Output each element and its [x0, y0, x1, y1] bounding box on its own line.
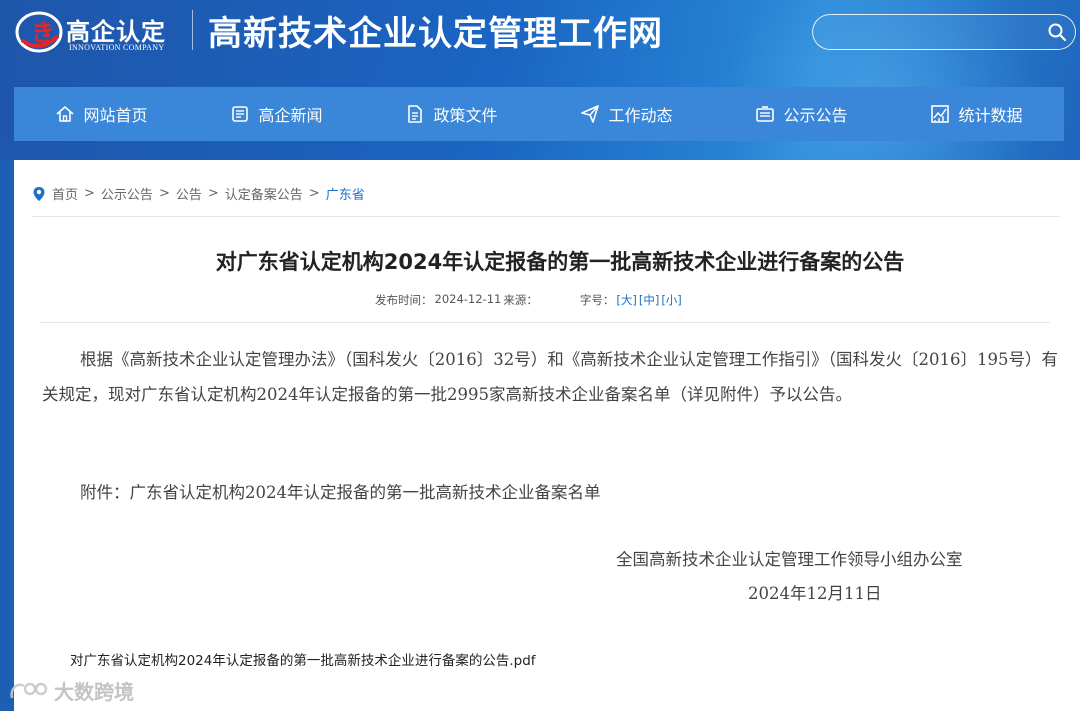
nav-item-news[interactable]: 高企新闻 — [189, 87, 364, 141]
breadcrumb-current[interactable]: 广东省 — [326, 184, 365, 203]
breadcrumb-separator: > — [308, 186, 320, 201]
watermark-logo-icon — [10, 682, 48, 698]
logo-subtext: INNOVATION COMPANY — [69, 43, 165, 52]
svg-text:き: き — [31, 18, 55, 47]
font-size-medium-button[interactable]: [中] — [639, 292, 659, 308]
pdf-attachment-link[interactable]: 对广东省认定机构2024年认定报备的第一批高新技术企业进行备案的公告.pdf — [70, 649, 536, 669]
search-icon[interactable] — [1047, 22, 1067, 42]
document-icon — [408, 105, 423, 123]
article-body: 根据《高新技术企业认定管理办法》（国科发火〔2016〕32号）和《高新技术企业认… — [42, 350, 1058, 404]
location-pin-icon — [33, 186, 45, 201]
nav-item-home[interactable]: 网站首页 — [14, 87, 189, 141]
divider — [40, 322, 1050, 323]
publish-date: 2024-12-11 — [434, 292, 502, 306]
nav-item-notices[interactable]: 公示公告 — [714, 87, 889, 141]
font-size-large-button[interactable]: [大] — [616, 292, 636, 308]
content-panel: 首页 > 公示公告 > 公告 > 认定备案公告 > 广东省 对广东省认定机构20… — [14, 160, 1080, 711]
watermark: 大数跨境 — [8, 676, 134, 705]
signature-date: 2024年12月11日 — [748, 584, 882, 603]
breadcrumb-home[interactable]: 首页 — [52, 184, 78, 203]
logo-text: 高企认定 — [66, 18, 166, 46]
chart-icon — [931, 105, 950, 123]
nav-item-policy[interactable]: 政策文件 — [364, 87, 539, 141]
nav-item-statistics[interactable]: 统计数据 — [889, 87, 1064, 141]
breadcrumb-announcement[interactable]: 公告 — [176, 184, 202, 203]
divider — [32, 216, 1060, 217]
notice-icon — [756, 106, 775, 122]
site-logo[interactable]: き 高企认定 INNOVATION COMPANY — [14, 6, 184, 58]
news-icon — [232, 106, 249, 122]
nav-label: 工作动态 — [608, 106, 673, 125]
breadcrumb-notices[interactable]: 公示公告 — [101, 184, 153, 203]
breadcrumb-separator: > — [207, 186, 219, 201]
nav-label: 高企新闻 — [258, 106, 323, 125]
search-input[interactable] — [812, 14, 1076, 50]
breadcrumb-separator: > — [158, 186, 170, 201]
breadcrumb-separator: > — [84, 186, 95, 201]
nav-label: 统计数据 — [958, 106, 1023, 125]
font-size-label: 字号： — [579, 293, 615, 307]
nav-label: 政策文件 — [433, 106, 498, 125]
logo-mark-icon: き — [15, 11, 63, 53]
breadcrumb: 首页 > 公示公告 > 公告 > 认定备案公告 > 广东省 — [32, 184, 365, 203]
article-meta: 发布时间： 2024-12-11 来源： 字号： [大] [中] [小] — [375, 292, 682, 308]
nav-item-work-updates[interactable]: 工作动态 — [539, 87, 714, 141]
breadcrumb-certification[interactable]: 认定备案公告 — [225, 184, 303, 203]
send-icon — [581, 105, 600, 123]
site-title: 高新技术企业认定管理工作网 — [208, 14, 663, 54]
nav-label: 公示公告 — [783, 106, 848, 125]
watermark-text: 大数跨境 — [54, 680, 134, 704]
signature-organization: 全国高新技术企业认定管理工作领导小组办公室 — [616, 550, 963, 569]
article-title: 对广东省认定机构2024年认定报备的第一批高新技术企业进行备案的公告 — [215, 250, 905, 274]
nav-label: 网站首页 — [83, 106, 148, 125]
attachment-note: 附件：广东省认定机构2024年认定报备的第一批高新技术企业备案名单 — [80, 483, 601, 502]
logo-divider — [192, 10, 193, 50]
main-nav: 网站首页 高企新闻 政策文件 工作动态 公示公告 统计数据 — [14, 87, 1064, 141]
font-size-small-button[interactable]: [小] — [661, 292, 681, 308]
publish-label: 发布时间： — [375, 293, 433, 307]
source-label: 来源： — [503, 293, 538, 307]
home-icon — [56, 106, 75, 122]
